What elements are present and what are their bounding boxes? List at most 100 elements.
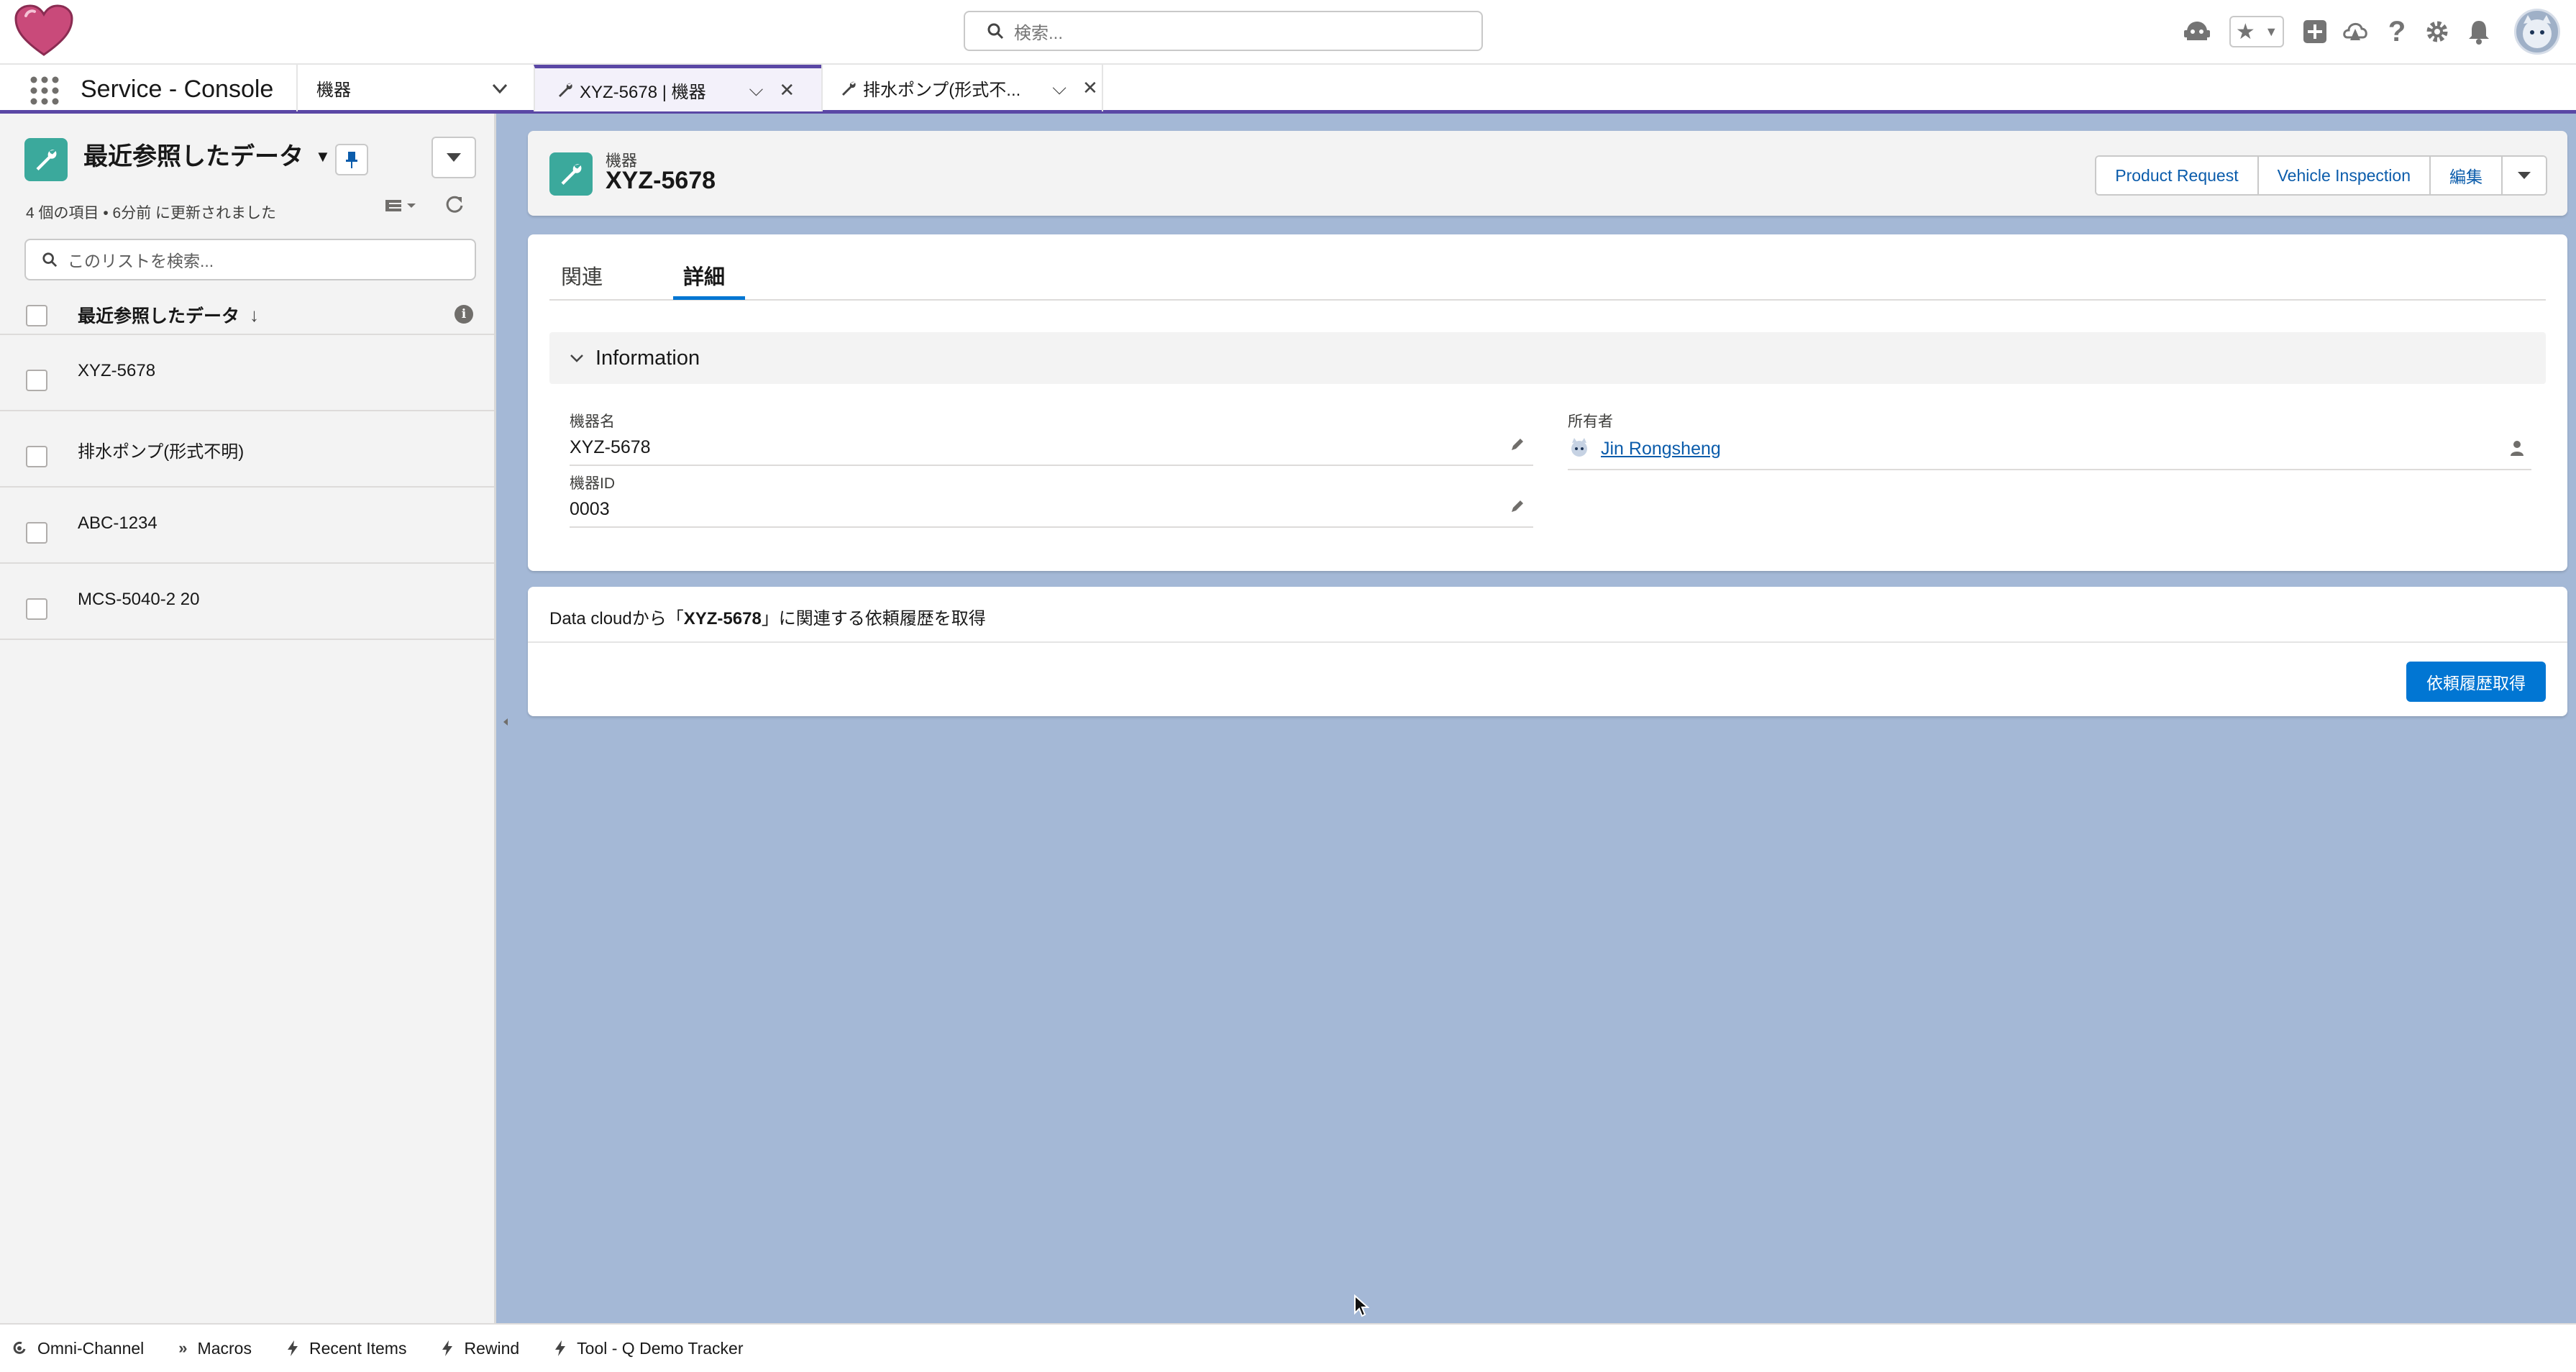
utility-macros[interactable]: » Macros [178,1339,252,1358]
bell-icon[interactable] [2461,14,2497,50]
user-avatar[interactable] [2514,9,2560,55]
card-divider [528,641,2567,643]
heart-logo[interactable] [14,4,73,58]
utility-label: Omni-Channel [37,1338,145,1358]
edit-button[interactable]: 編集 [2431,157,2503,194]
collapse-panel-handle-icon[interactable] [501,713,511,731]
utility-rewind[interactable]: Rewind [441,1339,519,1358]
owner-avatar-icon [1568,436,1591,459]
owner-name[interactable]: Jin Rongsheng [1601,439,1721,459]
lightning-icon [286,1340,299,1357]
list-item-label[interactable]: MCS-5040-2 20 [78,590,199,610]
list-item-label[interactable]: ABC-1234 [78,513,157,534]
utility-recent-items[interactable]: Recent Items [286,1338,407,1358]
row-checkbox[interactable] [26,446,47,467]
pin-icon [346,152,357,168]
list-search-input[interactable]: このリストを検索... [24,239,476,280]
edit-pencil-icon[interactable] [1509,498,1526,515]
row-checkbox[interactable] [26,522,47,544]
list-item[interactable]: XYZ-5678 [0,335,494,411]
list-search-placeholder: このリストを検索... [68,252,214,270]
wrench-icon [557,81,574,99]
chevron-down-icon[interactable]: ▼ [2265,24,2278,40]
global-actions-icon[interactable] [2297,14,2333,50]
search-icon [42,252,58,267]
info-icon[interactable]: i [455,305,473,324]
list-item[interactable]: MCS-5040-2 20 [0,564,494,640]
mouse-cursor-icon [1353,1294,1369,1319]
tab-label: XYZ-5678 | 機器 [580,82,706,102]
pin-button[interactable] [335,144,368,175]
list-item-label[interactable]: 排水ポンプ(形式不明) [78,437,244,462]
tab-close-icon[interactable]: ✕ [1082,77,1098,99]
wrench-icon [24,138,68,181]
more-actions-button[interactable] [2503,157,2546,194]
field-label-equipment-name: 機器名 [570,413,615,430]
utility-bar: Omni-Channel » Macros Recent Items Rewin… [0,1323,2576,1372]
list-menu-button[interactable] [431,137,476,178]
tab-drain-pump[interactable]: 排水ポンプ(形式不... ⌵ ✕ [821,65,1103,111]
edit-pencil-icon[interactable] [1509,436,1526,453]
refresh-icon[interactable] [443,193,466,216]
list-item-label[interactable]: XYZ-5678 [78,361,155,381]
list-item[interactable]: 排水ポンプ(形式不明) [0,411,494,488]
information-section-header[interactable]: Information [549,332,2546,384]
lightning-icon [554,1340,567,1357]
section-title: Information [595,346,700,370]
record-action-buttons: Product Request Vehicle Inspection 編集 [2095,155,2547,196]
owner-link[interactable]: Jin Rongsheng [1601,439,1721,459]
change-owner-icon[interactable] [2508,439,2527,457]
list-view-title[interactable]: 最近参照したデータ ▼ [83,141,331,173]
active-tab-indicator [673,296,745,300]
tab-menu-chevron-icon[interactable]: ⌵ [1052,77,1067,100]
record-detail-card: 関連 詳細 Information 機器名 XYZ-5678 機器ID 0003… [528,234,2567,571]
arrow-down-icon: ↓ [250,303,260,326]
utility-label: Recent Items [309,1338,407,1358]
einstein-icon[interactable] [2179,14,2215,50]
app-navigation-bar: Service - Console 機器 XYZ-5678 | 機器 ⌵ ✕ 排… [0,63,2576,114]
utility-demo-tracker[interactable]: Tool - Q Demo Tracker [554,1339,744,1358]
select-all-checkbox[interactable] [26,305,47,326]
field-divider [570,526,1533,528]
tab-xyz-5678[interactable]: XYZ-5678 | 機器 ⌵ ✕ [534,65,821,111]
fetch-request-history-button[interactable]: 依頼履歴取得 [2406,662,2546,702]
chevron-down-icon[interactable] [489,78,511,99]
star-icon[interactable]: ★ [2236,19,2255,45]
global-search-input[interactable]: 検索... [964,11,1483,51]
description-suffix: 」に関連する依頼履歴を取得 [761,609,986,628]
utility-omni-channel[interactable]: Omni-Channel [12,1339,144,1358]
tab-close-icon[interactable]: ✕ [779,79,795,101]
tab-details[interactable]: 詳細 [683,260,725,291]
macros-icon: » [178,1339,188,1357]
app-name: Service - Console [81,76,274,103]
field-label-owner: 所有者 [1568,413,1613,430]
field-divider [1568,469,2531,470]
field-label-equipment-id: 機器ID [570,475,615,492]
column-title: 最近参照したデータ [78,306,240,326]
caret-down-icon [447,153,461,162]
row-checkbox[interactable] [26,370,47,391]
wrench-icon [840,80,857,97]
search-placeholder: 検索... [1014,23,1064,43]
tab-related[interactable]: 関連 [561,260,603,291]
utility-label: Rewind [464,1338,520,1358]
record-tabs: 関連 詳細 [549,234,2546,301]
data-cloud-description: Data cloudから「XYZ-5678」に関連する依頼履歴を取得 [549,604,986,629]
app-launcher-icon[interactable] [29,75,60,106]
gear-icon[interactable] [2419,14,2455,50]
favorites-button-group[interactable]: ★ ▼ [2229,16,2284,47]
column-sort-header[interactable]: 最近参照したデータ ↓ [78,302,259,328]
help-icon[interactable]: ? [2379,14,2415,50]
global-header: 検索... ★ ▼ ? [0,0,2576,63]
row-checkbox[interactable] [26,598,47,620]
display-as-table-icon[interactable] [384,194,420,217]
wrench-icon [549,152,593,196]
field-value-equipment-name: XYZ-5678 [570,437,651,457]
vehicle-inspection-button[interactable]: Vehicle Inspection [2258,157,2431,194]
field-divider [570,465,1533,466]
tab-menu-chevron-icon[interactable]: ⌵ [749,78,764,101]
caret-down-icon[interactable]: ▼ [315,141,331,173]
list-item[interactable]: ABC-1234 [0,488,494,564]
trailhead-icon[interactable] [2337,14,2373,50]
product-request-button[interactable]: Product Request [2096,157,2259,194]
